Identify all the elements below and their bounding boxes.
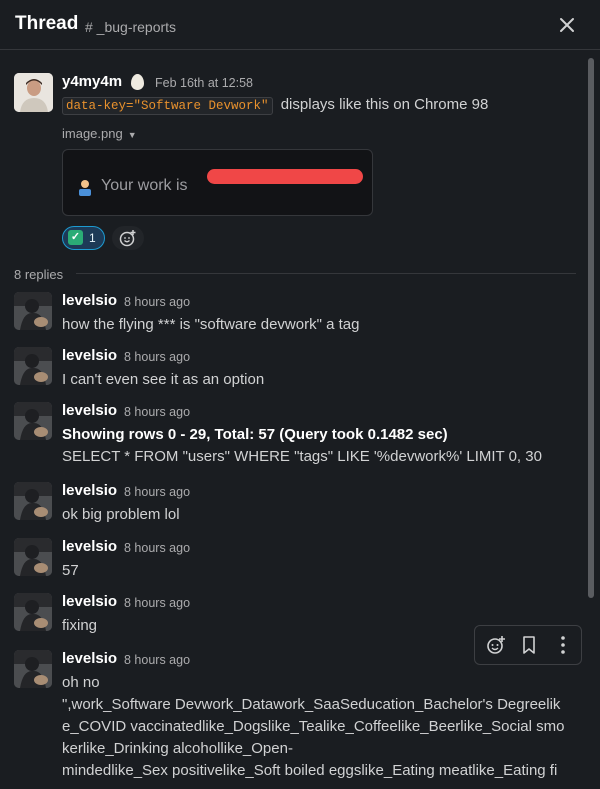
- message-timestamp[interactable]: 8 hours ago: [124, 541, 190, 555]
- caret-down-icon: ▼: [127, 130, 137, 140]
- message-text-rest: displays like this on Chrome 98: [280, 96, 489, 113]
- file-name: image.png: [62, 126, 123, 141]
- message-actions-toolbar: [474, 625, 582, 665]
- bookmark-icon[interactable]: [518, 634, 540, 656]
- egg-emoji-icon: [131, 74, 144, 90]
- inline-code: data-key="Software Devwork": [62, 97, 273, 115]
- avatar[interactable]: [14, 593, 52, 631]
- avatar[interactable]: [14, 292, 52, 330]
- message-author[interactable]: levelsio: [62, 292, 117, 309]
- white-check-mark-icon: ✓: [68, 230, 83, 245]
- avatar[interactable]: [14, 402, 52, 440]
- message-timestamp[interactable]: 8 hours ago: [124, 485, 190, 499]
- message-text: ok big problem lol: [62, 506, 180, 523]
- message-author[interactable]: levelsio: [62, 347, 117, 364]
- message-text: fixing: [62, 617, 98, 634]
- scrollbar-thumb[interactable]: [588, 58, 594, 598]
- message-timestamp[interactable]: 8 hours ago: [124, 405, 190, 419]
- message-timestamp[interactable]: 8 hours ago: [124, 350, 190, 364]
- message-text: mindedlike_Sex positivelike_Soft boiled …: [62, 762, 558, 779]
- attached-image[interactable]: Your work is: [62, 149, 373, 216]
- message-text: e_COVID vaccinatedlike_Dogslike_Tealike_…: [62, 718, 565, 735]
- message-timestamp[interactable]: 8 hours ago: [124, 295, 190, 309]
- image-text: Your work is: [101, 177, 188, 194]
- message-text: 57: [62, 562, 79, 579]
- message-text: I can't even see it as an option: [62, 371, 265, 388]
- avatar[interactable]: [14, 347, 52, 385]
- technologist-emoji-icon: [79, 180, 91, 196]
- redaction-bar: [207, 169, 363, 184]
- message-text: SELECT * FROM "users" WHERE "tags" LIKE …: [62, 448, 542, 465]
- message-timestamp[interactable]: Feb 16th at 12:58: [155, 76, 253, 90]
- thread-title: Thread: [15, 13, 79, 34]
- reaction-checkmark[interactable]: ✓ 1: [62, 226, 105, 250]
- message-text: ",work_Software Devwork_Datawork_SaaSedu…: [62, 696, 561, 713]
- thread-header: Thread # _bug-reports: [0, 0, 600, 50]
- avatar[interactable]: [14, 482, 52, 520]
- message-timestamp[interactable]: 8 hours ago: [124, 596, 190, 610]
- add-reaction-icon[interactable]: [485, 634, 507, 656]
- message-timestamp[interactable]: 8 hours ago: [124, 653, 190, 667]
- avatar[interactable]: [14, 650, 52, 688]
- reaction-count: 1: [89, 231, 96, 245]
- avatar[interactable]: [14, 538, 52, 576]
- message-author[interactable]: y4my4m: [62, 73, 122, 90]
- close-icon[interactable]: [556, 14, 578, 36]
- avatar[interactable]: [14, 73, 53, 112]
- more-actions-icon[interactable]: [552, 634, 574, 656]
- message-author[interactable]: levelsio: [62, 402, 117, 419]
- message-text: kerlike_Drinking alcohollike_Open-: [62, 740, 293, 757]
- add-reaction-icon: [119, 230, 136, 247]
- message-author[interactable]: levelsio: [62, 482, 117, 499]
- message-text: oh no: [62, 674, 100, 691]
- message-text: how the flying *** is "software devwork"…: [62, 316, 360, 333]
- channel-link[interactable]: # _bug-reports: [85, 19, 176, 35]
- add-reaction-button[interactable]: [112, 226, 144, 250]
- message-author[interactable]: levelsio: [62, 538, 117, 555]
- message-text: Showing rows 0 - 29, Total: 57 (Query to…: [62, 426, 448, 443]
- replies-divider: [76, 273, 576, 274]
- message-author[interactable]: levelsio: [62, 593, 117, 610]
- message-author[interactable]: levelsio: [62, 650, 117, 667]
- replies-count: 8 replies: [14, 267, 64, 282]
- file-name-toggle[interactable]: image.png ▼: [62, 126, 137, 141]
- message-text: data-key="Software Devwork" displays lik…: [62, 96, 489, 115]
